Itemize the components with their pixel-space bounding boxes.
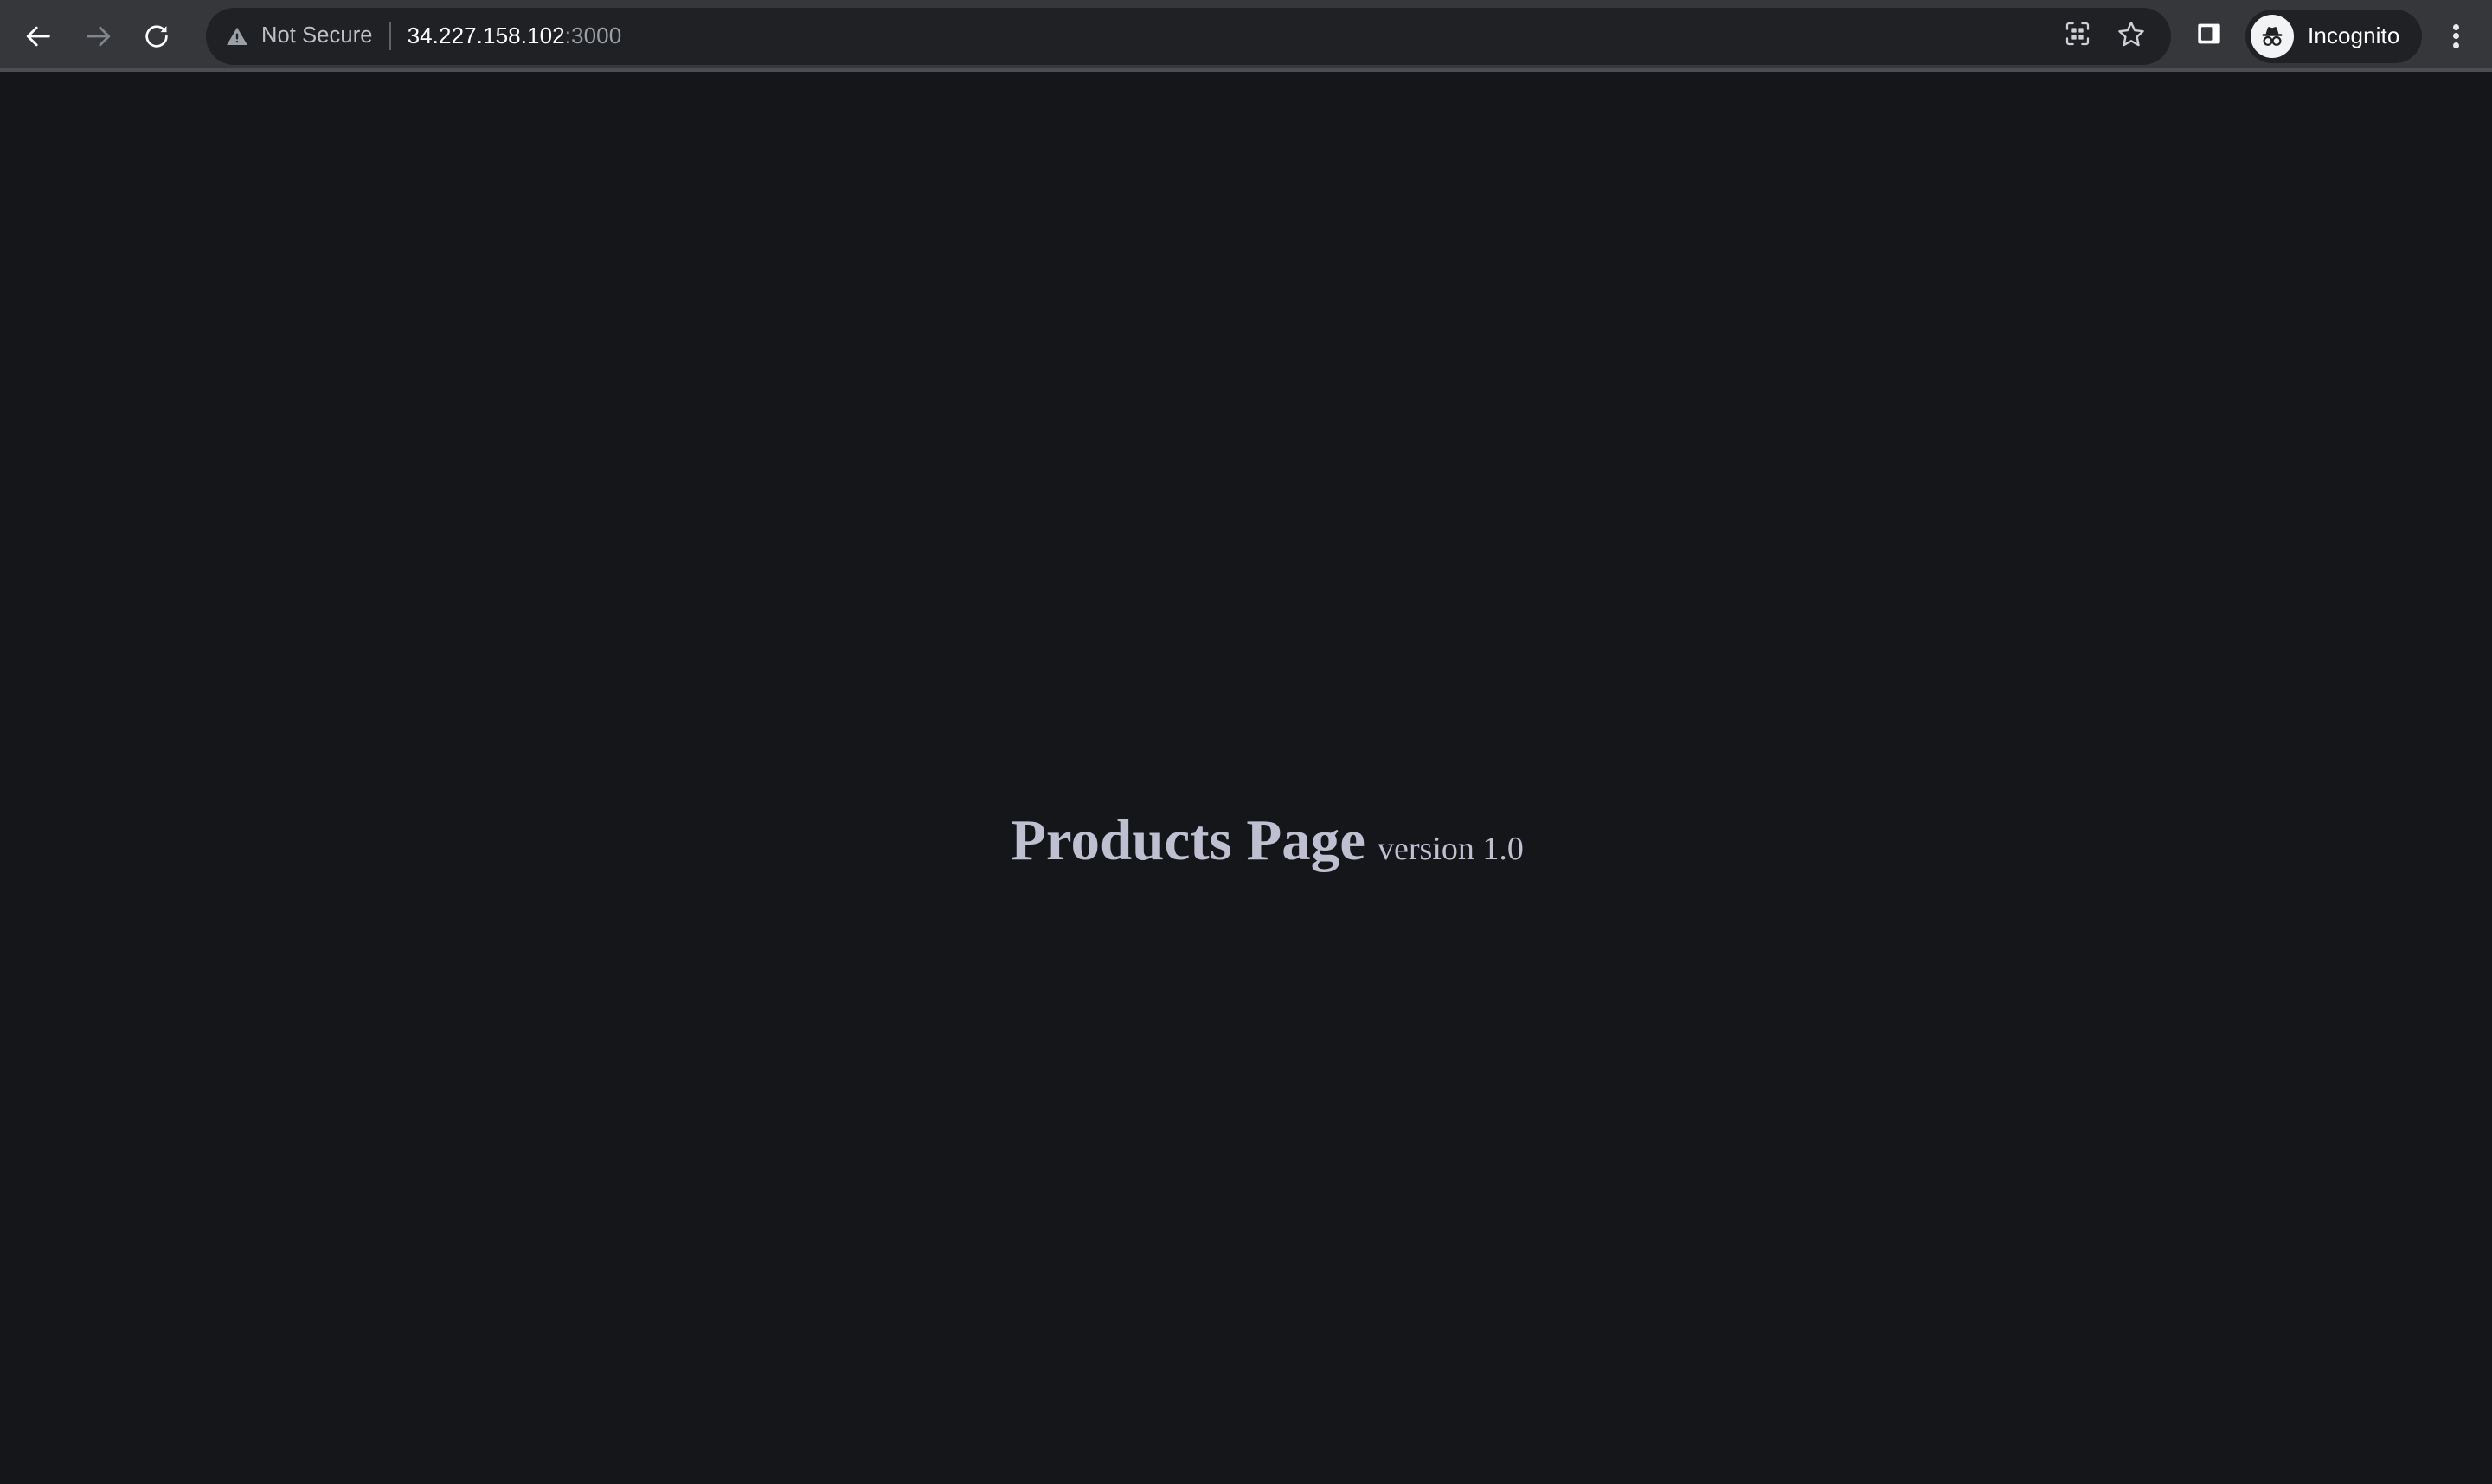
three-dots-vertical-icon [2452,21,2459,51]
star-icon [2116,19,2146,53]
page-version-label: version 1.0 [1378,831,1524,867]
profile-button[interactable]: Incognito [2245,9,2423,63]
back-button[interactable] [12,10,66,63]
page-title: Products Page [1011,808,1366,872]
arrow-left-icon [24,22,54,51]
chrome-menu-button[interactable] [2431,11,2481,61]
qr-code-icon [2064,20,2091,52]
url-text[interactable]: 34.227.158.102:3000 [408,22,622,49]
profile-label: Incognito [2308,22,2400,48]
security-status-label: Not Secure [261,23,373,48]
side-panel-icon [2195,20,2223,52]
bookmark-button[interactable] [2107,12,2155,61]
arrow-right-icon [83,22,112,51]
toolbar-right-cluster: Incognito [2183,9,2492,63]
omnibox-actions [2053,8,2155,65]
qr-code-button[interactable] [2053,12,2102,61]
forward-button[interactable] [71,10,125,63]
page-heading-row: Products Page version 1.0 [1011,812,1524,870]
page-viewport: Products Page version 1.0 [0,72,2492,1484]
side-panel-button[interactable] [2183,10,2235,62]
warning-triangle-icon [225,24,249,48]
reload-icon [143,22,170,50]
url-port: :3000 [564,22,622,48]
address-bar[interactable]: Not Secure 34.227.158.102:3000 [206,7,2171,65]
page-content: Products Page version 1.0 [0,72,2492,1484]
incognito-avatar-icon [2251,14,2294,58]
url-host: 34.227.158.102 [407,22,565,48]
reload-button[interactable] [130,10,183,63]
browser-toolbar: Not Secure 34.227.158.102:3000 Incognito [0,0,2492,72]
site-security-chip[interactable]: Not Secure [225,23,373,48]
omnibox-divider [389,22,391,50]
